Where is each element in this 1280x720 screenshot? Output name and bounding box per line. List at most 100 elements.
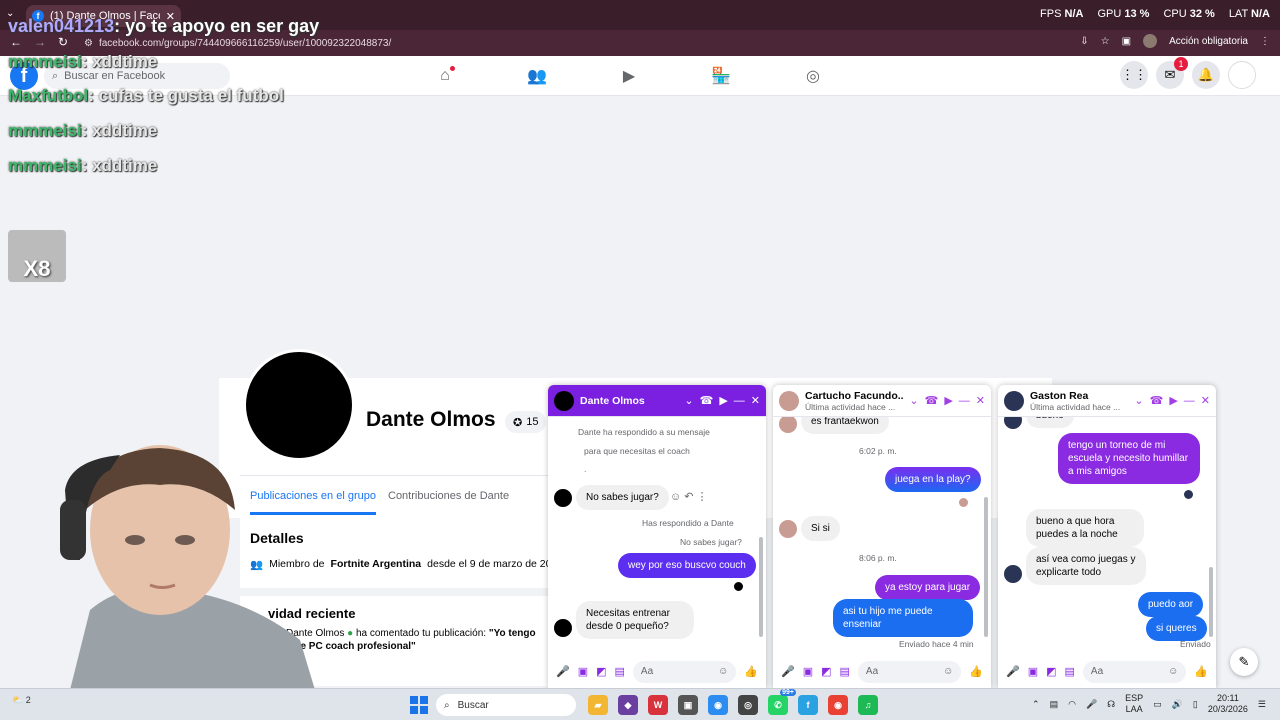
outgoing-message[interactable]: si queres bbox=[1146, 616, 1207, 641]
menu-kebab-icon[interactable]: ⋮ bbox=[1260, 36, 1270, 47]
outgoing-message[interactable]: puedo aor bbox=[1138, 592, 1204, 617]
profile-badge[interactable]: ✪ 15 bbox=[505, 411, 547, 433]
chat-header[interactable]: Dante Olmos ⌄ ☎ ▶ — ✕ bbox=[548, 385, 766, 417]
network-icon[interactable]: ▭ bbox=[1153, 699, 1162, 710]
chat-header[interactable]: Cartucho Facundo... Última actividad hace… bbox=[773, 385, 991, 417]
image-icon[interactable]: ▣ bbox=[1028, 665, 1038, 678]
whatsapp-icon[interactable]: ✆ 99+ bbox=[768, 689, 796, 715]
incoming-message[interactable]: No sabes jugar? bbox=[576, 485, 669, 510]
marketplace-icon[interactable]: 🏪 bbox=[706, 62, 736, 90]
profile-action-label[interactable]: Acción obligatoria bbox=[1169, 36, 1248, 47]
taskbar-search[interactable]: ⌕ Buscar bbox=[436, 694, 576, 716]
group-link[interactable]: Fortnite Argentina bbox=[331, 558, 422, 571]
outgoing-message[interactable]: asi tu hijo me puede enseniar bbox=[833, 599, 973, 637]
watch-icon[interactable]: ▶ bbox=[614, 62, 644, 90]
video-icon[interactable]: ▶ bbox=[1169, 394, 1177, 407]
close-icon[interactable]: ✕ bbox=[976, 394, 985, 407]
spotify-icon[interactable]: ♫ bbox=[858, 695, 878, 715]
volume-icon[interactable]: 🔊 bbox=[1172, 699, 1183, 710]
back-icon[interactable]: ← bbox=[10, 35, 22, 49]
notifications-bell-icon[interactable]: 🔔 bbox=[1192, 61, 1220, 89]
incoming-message[interactable]: así vea como juegas y explicarte todo bbox=[1026, 547, 1146, 585]
sticker-icon[interactable]: ◩ bbox=[596, 665, 606, 678]
chat-header[interactable]: Gaston Rea Última actividad hace ... ⌄ ☎ … bbox=[998, 385, 1216, 417]
gif-icon[interactable]: ▤ bbox=[615, 665, 625, 678]
mic-icon[interactable]: 🎤 bbox=[781, 665, 795, 678]
video-icon[interactable]: ▶ bbox=[944, 394, 952, 407]
install-icon[interactable]: ⇩ bbox=[1080, 36, 1088, 47]
chat-scrollbar[interactable] bbox=[984, 497, 988, 637]
incoming-message[interactable]: es frantaekwon bbox=[801, 417, 889, 434]
like-icon[interactable]: 👍 bbox=[969, 665, 983, 678]
video-icon[interactable]: ▶ bbox=[719, 394, 727, 407]
tray-app-icon[interactable]: ▤ bbox=[1050, 699, 1059, 710]
gif-icon[interactable]: ▤ bbox=[1065, 665, 1075, 678]
message-input[interactable]: Aa ☺ bbox=[1082, 660, 1187, 683]
bookmark-star-icon[interactable]: ☆ bbox=[1101, 36, 1110, 47]
chevron-down-icon[interactable]: ⌄ bbox=[1134, 394, 1143, 407]
like-icon[interactable]: 👍 bbox=[1194, 665, 1208, 678]
close-icon[interactable]: ✕ bbox=[751, 394, 760, 407]
battery-icon[interactable]: ▯ bbox=[1193, 699, 1198, 710]
emoji-icon[interactable]: ☺ bbox=[718, 666, 728, 677]
mic-icon[interactable]: 🎤 bbox=[556, 665, 570, 678]
app-icon[interactable]: ◆ bbox=[618, 695, 638, 715]
emoji-icon[interactable]: ☺ bbox=[1168, 666, 1178, 677]
gif-icon[interactable]: ▤ bbox=[840, 665, 850, 678]
chat-avatar[interactable] bbox=[779, 390, 799, 411]
phone-icon[interactable]: ☎ bbox=[700, 394, 714, 407]
profile-avatar[interactable] bbox=[1143, 34, 1158, 48]
chat-avatar[interactable] bbox=[1004, 390, 1024, 411]
tray-chevron-icon[interactable]: ⌃ bbox=[1032, 699, 1040, 710]
phone-icon[interactable]: ☎ bbox=[1150, 394, 1164, 407]
message-input[interactable]: Aa ☺ bbox=[857, 660, 962, 683]
windows-start-icon[interactable] bbox=[410, 696, 428, 714]
home-icon[interactable]: ⌂ bbox=[430, 62, 460, 90]
language-indicator[interactable]: ESP LAA bbox=[1125, 693, 1143, 715]
minimize-icon[interactable]: — bbox=[959, 395, 970, 407]
extensions-icon[interactable]: ▣ bbox=[1122, 36, 1131, 47]
emoji-icon[interactable]: ☺ bbox=[943, 666, 953, 677]
messenger-icon[interactable]: ✉ 1 bbox=[1156, 57, 1188, 89]
f-app-icon[interactable]: f bbox=[798, 695, 818, 715]
chrome-alt-icon[interactable]: ◉ bbox=[828, 695, 848, 715]
incoming-message[interactable]: bueno a que hora puedes a la noche bbox=[1026, 509, 1144, 547]
tab-contributions[interactable]: Contribuciones de Dante bbox=[388, 490, 509, 502]
outgoing-message[interactable]: ya estoy para jugar bbox=[875, 575, 981, 600]
wps-icon[interactable]: W bbox=[648, 695, 668, 715]
sticker-icon[interactable]: ◩ bbox=[1046, 665, 1056, 678]
message-actions-icon[interactable]: ☺ ↶ ⋮ bbox=[670, 490, 708, 503]
friends-icon[interactable]: 👥 bbox=[522, 62, 552, 90]
wifi-icon[interactable]: ◠ bbox=[1068, 699, 1076, 710]
file-explorer-icon[interactable]: ▰ bbox=[588, 695, 608, 715]
notification-center-icon[interactable]: ☰ bbox=[1258, 699, 1266, 710]
chrome-icon[interactable]: ◉ bbox=[708, 695, 728, 715]
image-icon[interactable]: ▣ bbox=[578, 665, 588, 678]
chat-scrollbar[interactable] bbox=[1209, 567, 1213, 637]
forward-icon[interactable]: → bbox=[34, 35, 46, 49]
incoming-message[interactable]: Si si bbox=[801, 516, 840, 541]
chevron-down-icon[interactable]: ⌄ bbox=[909, 394, 918, 407]
headset-icon[interactable]: ☊ bbox=[1107, 699, 1115, 710]
store-icon[interactable]: ▣ bbox=[678, 695, 698, 715]
reload-icon[interactable]: ↻ bbox=[58, 35, 68, 49]
mic-icon[interactable]: 🎤 bbox=[1006, 665, 1020, 678]
chat-contact-name[interactable]: Gaston Rea Última actividad hace ... bbox=[1030, 390, 1128, 412]
site-info-icon[interactable]: ⚙ bbox=[84, 38, 93, 49]
chat-scrollbar[interactable] bbox=[759, 537, 763, 637]
chat-contact-name[interactable]: Dante Olmos bbox=[580, 395, 678, 407]
outgoing-message[interactable]: juega en la play? bbox=[885, 467, 981, 492]
outgoing-message[interactable]: wey por eso buscvo couch bbox=[618, 553, 756, 578]
menu-grid-icon[interactable]: ⋮⋮ bbox=[1120, 61, 1148, 89]
clock[interactable]: 20:11 20/3/2026 bbox=[1208, 693, 1248, 715]
chat-avatar[interactable] bbox=[554, 390, 574, 411]
phone-icon[interactable]: ☎ bbox=[925, 394, 939, 407]
minimize-icon[interactable]: — bbox=[1184, 395, 1195, 407]
obs-icon[interactable]: ◎ bbox=[738, 695, 758, 715]
chevron-down-icon[interactable]: ⌄ bbox=[684, 394, 693, 407]
message-input[interactable]: Aa ☺ bbox=[632, 660, 737, 683]
account-avatar[interactable] bbox=[1228, 61, 1256, 89]
minimize-icon[interactable]: — bbox=[734, 395, 745, 407]
close-icon[interactable]: ✕ bbox=[1201, 394, 1210, 407]
chat-contact-name[interactable]: Cartucho Facundo... Última actividad hace… bbox=[805, 390, 903, 412]
